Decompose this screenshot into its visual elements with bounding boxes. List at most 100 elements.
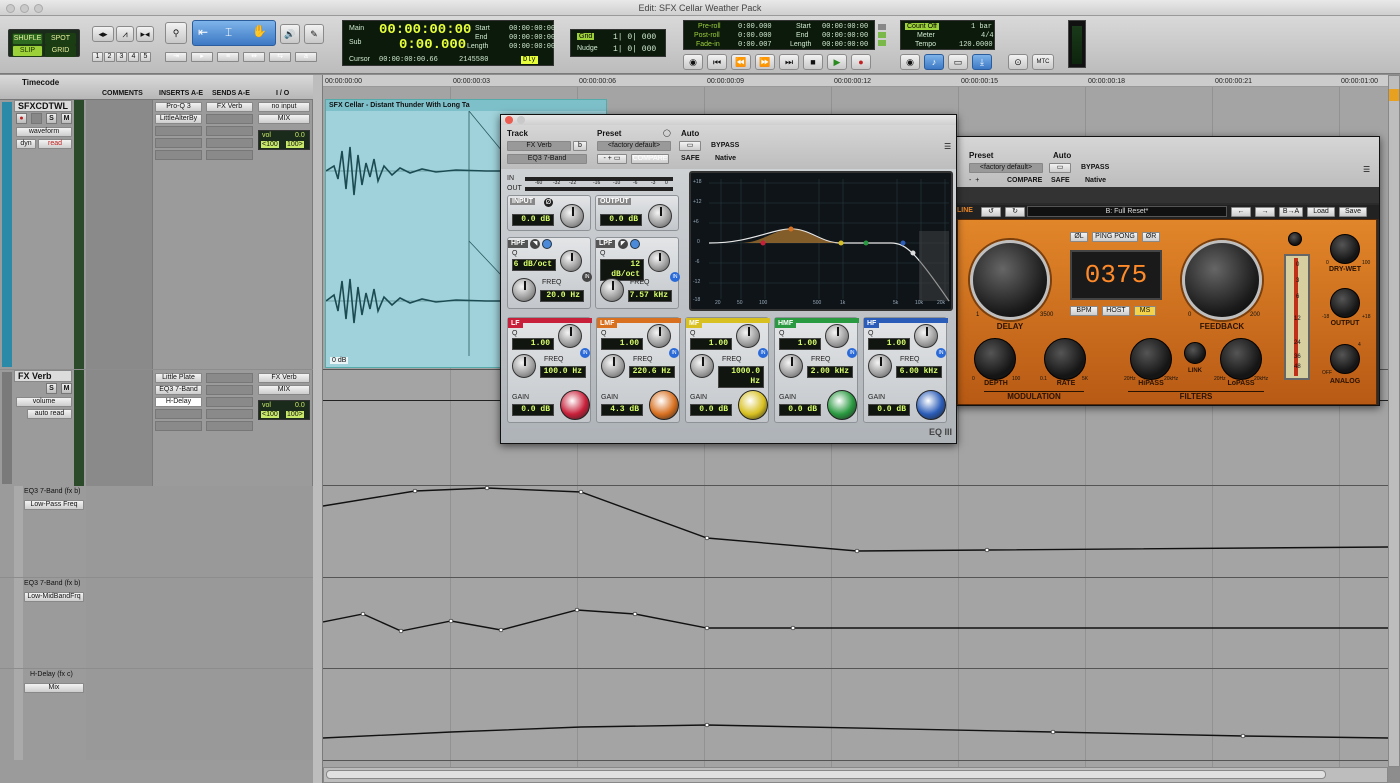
output-gain-knob[interactable] bbox=[648, 204, 672, 228]
pencil-tool-icon[interactable]: ✎ bbox=[304, 24, 324, 44]
bypass-button[interactable]: BYPASS bbox=[1081, 164, 1109, 171]
h-delay-plugin-window[interactable]: Preset Auto <factory default> ▭ BYPASS -… bbox=[954, 136, 1380, 406]
track-view-selector[interactable]: volume bbox=[16, 397, 72, 407]
eq3-plugin-window[interactable]: Track Preset Auto ◯ FX Verb b EQ3 7-Band… bbox=[500, 114, 957, 444]
send-slot-a[interactable]: FX Verb bbox=[206, 102, 253, 112]
insert-slot-c[interactable]: H-Delay bbox=[155, 397, 202, 407]
lpf-filter-icon[interactable]: IN bbox=[670, 272, 680, 282]
band-in-button[interactable]: IN bbox=[669, 348, 679, 358]
band-gain-knob[interactable] bbox=[827, 390, 857, 420]
filter-link-knob[interactable] bbox=[1184, 342, 1206, 364]
wait-for-note-icon[interactable]: ◉ bbox=[900, 54, 920, 70]
lpf-shape-icon[interactable]: ◤ bbox=[618, 239, 628, 249]
zoom-preset-3[interactable]: 3 bbox=[116, 52, 127, 62]
automation-mode-selector[interactable]: auto read bbox=[27, 409, 72, 419]
band-in-button[interactable]: IN bbox=[936, 348, 946, 358]
meter-value[interactable]: 4/4 bbox=[981, 32, 994, 40]
ab-copy-button[interactable]: B→A bbox=[1279, 207, 1303, 217]
load-button[interactable]: Load bbox=[1307, 207, 1335, 217]
link-timeline-button[interactable]: ▸ bbox=[191, 52, 213, 62]
volume-pan-display[interactable]: vol 0.0 <100 100> bbox=[258, 400, 310, 420]
output-knob[interactable] bbox=[1330, 288, 1360, 318]
band-freq-knob[interactable] bbox=[868, 354, 892, 378]
depth-knob[interactable] bbox=[974, 338, 1016, 380]
trim-tool-icon[interactable]: ⇤ bbox=[198, 25, 216, 41]
scrubber-tool-icon[interactable]: 🔊 bbox=[280, 24, 300, 44]
band-q-value[interactable]: 1.00 bbox=[512, 338, 554, 350]
mute-button[interactable]: M bbox=[61, 113, 72, 124]
lpf-freq-knob[interactable] bbox=[600, 278, 624, 302]
record-enable-button[interactable]: ● bbox=[16, 113, 27, 124]
pan-left[interactable]: <100 bbox=[261, 141, 279, 148]
next-preset-icon[interactable]: → bbox=[1255, 207, 1275, 217]
online-icon[interactable]: ◉ bbox=[683, 54, 703, 70]
automation-lane-header[interactable]: EQ3 7-Band (fx b) Low-MidBandFrq bbox=[0, 578, 313, 668]
send-slot-d[interactable] bbox=[206, 138, 253, 148]
zoom-toggle-icon[interactable] bbox=[1389, 89, 1399, 101]
zoom-window-button[interactable] bbox=[34, 4, 43, 13]
band-freq-knob[interactable] bbox=[779, 354, 803, 378]
bypass-button[interactable]: BYPASS bbox=[711, 142, 739, 149]
send-slot-a[interactable] bbox=[206, 373, 253, 383]
send-slot-e[interactable] bbox=[206, 150, 253, 160]
dyn-button[interactable]: dyn bbox=[16, 139, 36, 149]
zoom-preset-4[interactable]: 4 bbox=[128, 52, 139, 62]
send-slot-d[interactable] bbox=[206, 409, 253, 419]
zoomer-tool-icon[interactable]: ⚲ bbox=[165, 22, 187, 44]
band-freq-value[interactable]: 6.00 kHz bbox=[896, 366, 942, 378]
insert-slot-c[interactable] bbox=[155, 126, 202, 136]
send-slot-b[interactable] bbox=[206, 385, 253, 395]
tr-end-value[interactable]: 00:00:00:00 bbox=[822, 32, 868, 40]
zoom-preset-2[interactable]: 2 bbox=[104, 52, 115, 62]
output-gain-value[interactable]: 0.0 dB bbox=[600, 214, 642, 226]
grid-label[interactable]: Grid bbox=[577, 33, 595, 40]
track-header-sfxcdtwl[interactable]: SFXCDTWL ● S M waveform dyn read Pro-Q 3… bbox=[0, 100, 313, 369]
clip-gain[interactable]: 0 dB bbox=[330, 357, 349, 364]
lopass-knob[interactable] bbox=[1220, 338, 1262, 380]
fadein-value[interactable]: 0:00.007 bbox=[738, 41, 772, 49]
save-button[interactable]: Save bbox=[1339, 207, 1367, 217]
tempo-value[interactable]: 120.0000 bbox=[959, 41, 993, 49]
track-selector[interactable]: FX Verb bbox=[507, 141, 571, 151]
dry-wet-knob[interactable] bbox=[1330, 234, 1360, 264]
phase-right-button[interactable]: ØR bbox=[1142, 232, 1160, 242]
lane-parameter-selector[interactable]: Low-MidBandFrq bbox=[24, 592, 84, 602]
dly-button[interactable]: Dly bbox=[521, 56, 538, 64]
band-gain-value[interactable]: 0.0 dB bbox=[690, 404, 732, 416]
automation-lane-header[interactable]: H-Delay (fx c) Mix bbox=[0, 669, 313, 760]
insert-slot-b[interactable]: LittleAlterBy bbox=[155, 114, 202, 124]
band-gain-value[interactable]: 0.0 dB bbox=[779, 404, 821, 416]
sub-counter[interactable]: 0:00.000 bbox=[399, 37, 466, 53]
rate-knob[interactable] bbox=[1044, 338, 1086, 380]
redo-icon[interactable]: ↻ bbox=[1005, 207, 1025, 217]
band-q-knob[interactable] bbox=[558, 324, 582, 348]
insert-slot-a[interactable]: Little Plate bbox=[155, 373, 202, 383]
prev-preset-icon[interactable]: ← bbox=[1231, 207, 1251, 217]
input-gain-knob[interactable] bbox=[560, 204, 584, 228]
band-freq-value[interactable]: 2.00 kHz bbox=[807, 366, 853, 378]
plugin-menu-icon[interactable]: ☰ bbox=[1363, 165, 1370, 174]
keyboard-focus-button[interactable]: a bbox=[295, 52, 317, 62]
main-counter[interactable]: 00:00:00:00 bbox=[379, 22, 471, 38]
band-gain-knob[interactable] bbox=[738, 390, 768, 420]
hpf-slope-value[interactable]: 6 dB/oct bbox=[512, 259, 556, 271]
hpf-shape-icon[interactable]: ◥ bbox=[530, 239, 540, 249]
sel-end-value[interactable]: 00:00:00:00 bbox=[509, 34, 555, 42]
slip-mode-button[interactable]: SLIP bbox=[12, 45, 43, 57]
pan-right[interactable]: 100> bbox=[286, 411, 304, 418]
pan-left[interactable]: <100 bbox=[261, 411, 279, 418]
zoom-preset-1[interactable]: 1 bbox=[92, 52, 103, 62]
hpf-freq-value[interactable]: 20.0 Hz bbox=[540, 290, 584, 302]
midi-merge-icon[interactable]: ⤓ bbox=[972, 54, 992, 70]
input-monitor-button[interactable] bbox=[31, 113, 42, 124]
lpf-freq-value[interactable]: 7.57 kHz bbox=[628, 290, 672, 302]
input-gain-value[interactable]: 0.0 dB bbox=[512, 214, 554, 226]
band-in-button[interactable]: IN bbox=[758, 348, 768, 358]
insert-slot-a[interactable]: Pro-Q 3 bbox=[155, 102, 202, 112]
fast-forward-icon[interactable]: ⏩ bbox=[755, 54, 775, 70]
input-selector[interactable]: FX Verb bbox=[258, 373, 310, 383]
insert-time-button[interactable]: ⇹ bbox=[243, 52, 265, 62]
host-button[interactable]: HOST bbox=[1102, 306, 1130, 316]
hpf-filter-icon[interactable]: IN bbox=[582, 272, 592, 282]
track-list-divider[interactable] bbox=[313, 75, 323, 783]
